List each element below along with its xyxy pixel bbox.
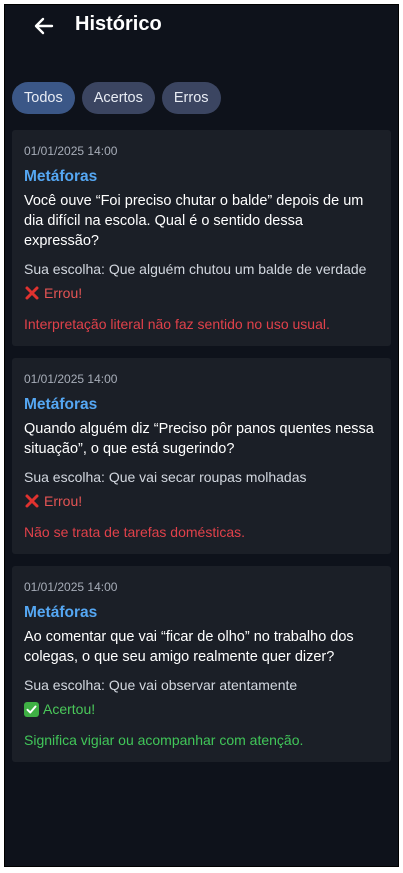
cross-mark-icon [25,494,39,508]
filter-all-chip[interactable]: Todos [12,82,75,114]
app-screen: Histórico Todos Acertos Erros 01/01/2025… [4,4,399,867]
entry-date: 01/01/2025 14:00 [24,580,118,594]
history-list: 01/01/2025 14:00 Metáforas Você ouve “Fo… [12,130,391,774]
entry-result: Acertou! [24,701,379,717]
entry-explanation: Interpretação literal não faz sentido no… [24,316,330,332]
history-card: 01/01/2025 14:00 Metáforas Quando alguém… [12,358,391,554]
header: Histórico [5,5,398,51]
entry-choice: Sua escolha: Que vai observar atentament… [24,677,298,693]
cross-mark-icon [25,286,39,300]
entry-question: Quando alguém diz “Preciso pôr panos que… [24,421,374,457]
filter-bar: Todos Acertos Erros [12,82,221,114]
entry-topic: Metáforas [24,396,98,413]
entry-question: Você ouve “Foi preciso chutar o balde” d… [24,193,364,249]
entry-result: Errou! [24,285,379,301]
history-card: 01/01/2025 14:00 Metáforas Ao comentar q… [12,566,391,762]
filter-correct-chip[interactable]: Acertos [81,82,155,114]
back-button[interactable] [31,13,57,39]
check-mark-icon [24,701,39,717]
filter-errors-chip[interactable]: Erros [161,82,221,114]
entry-question: Ao comentar que vai “ficar de olho” no t… [24,629,354,665]
entry-result-label: Acertou! [43,701,96,717]
entry-date: 01/01/2025 14:00 [24,372,118,386]
entry-choice: Sua escolha: Que vai secar roupas molhad… [24,469,307,485]
entry-topic: Metáforas [24,604,98,621]
entry-result-label: Errou! [44,493,83,509]
arrow-left-icon [34,17,54,35]
history-card: 01/01/2025 14:00 Metáforas Você ouve “Fo… [12,130,391,346]
entry-topic: Metáforas [24,168,98,185]
entry-explanation: Não se trata de tarefas domésticas. [24,524,245,540]
entry-date: 01/01/2025 14:00 [24,144,118,158]
page-title: Histórico [75,13,162,35]
entry-choice: Sua escolha: Que alguém chutou um balde … [24,261,367,277]
entry-explanation: Significa vigiar ou acompanhar com atenç… [24,732,304,748]
entry-result-label: Errou! [44,285,83,301]
entry-result: Errou! [24,493,379,509]
